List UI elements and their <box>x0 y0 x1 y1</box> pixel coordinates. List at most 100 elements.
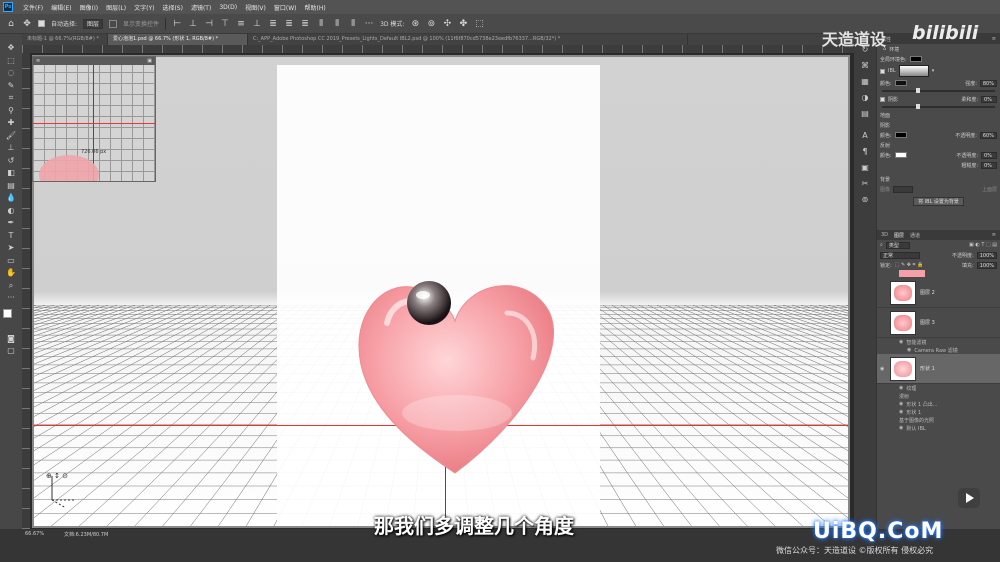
tab-channels[interactable]: 通道 <box>910 232 920 239</box>
ground-opacity-field[interactable]: 60% <box>979 131 997 139</box>
tab-3d[interactable]: 3D <box>881 232 888 238</box>
global-ambient-swatch[interactable] <box>909 56 922 62</box>
path-select-tool-icon[interactable]: ➤ <box>4 242 18 255</box>
panel-menu-icon[interactable]: ≡ <box>992 36 996 42</box>
tab-document-2[interactable]: 爱心泡泡1.psd @ 66.7% (形状 1, RGB/8#) * <box>108 34 248 45</box>
eye-icon[interactable]: ◉ <box>899 425 903 431</box>
layer-item-selected[interactable]: ◉ 形状 1 <box>877 354 1000 384</box>
roughness-field[interactable]: 0% <box>981 161 997 169</box>
ibl-color-swatch[interactable] <box>894 80 907 86</box>
glyphs-panel-icon[interactable]: ▣ <box>859 162 871 174</box>
history-brush-icon[interactable]: ↺ <box>4 155 18 168</box>
healing-tool-icon[interactable]: ✚ <box>4 117 18 130</box>
set-ibl-background-button[interactable]: 将 IBL 设置为背景 <box>913 196 964 206</box>
quick-select-tool-icon[interactable]: ✎ <box>4 80 18 93</box>
adjustments-icon[interactable]: ◑ <box>859 92 871 104</box>
eye-icon[interactable]: ◉ <box>880 366 886 372</box>
paragraph-panel-icon[interactable]: ¶ <box>859 146 871 158</box>
blend-mode-dropdown[interactable]: 正常 <box>880 251 920 259</box>
overlay-close-icon[interactable]: ▣ <box>147 57 152 65</box>
3d-roll-icon[interactable]: ⊚ <box>426 19 436 29</box>
align-right-icon[interactable]: ⊣ <box>204 19 214 29</box>
horizontal-ruler[interactable] <box>22 45 854 53</box>
reflection-opacity-field[interactable]: 0% <box>981 151 997 159</box>
color-swatches[interactable] <box>3 308 19 325</box>
3d-scale-icon[interactable]: ⬚ <box>474 19 484 29</box>
auto-select-dropdown[interactable]: 图层 <box>83 18 104 29</box>
distribute-center-icon[interactable]: ⦀ <box>332 19 342 29</box>
eye-icon[interactable]: ◉ <box>899 385 903 391</box>
3d-panel-icon[interactable]: ⊚ <box>859 194 871 206</box>
character-panel-icon[interactable]: A <box>859 130 871 142</box>
swatches-panel-icon[interactable]: ▦ <box>859 76 871 88</box>
video-play-icon[interactable] <box>958 488 980 508</box>
eye-icon[interactable]: ◉ <box>907 347 911 353</box>
layer-opacity-field[interactable]: 100% <box>976 251 997 259</box>
more-tools-icon[interactable]: ··· <box>4 292 18 305</box>
distribute-middle-icon[interactable]: ≣ <box>284 19 294 29</box>
ibl-preview-thumbnail[interactable] <box>898 65 929 77</box>
menu-edit[interactable]: 编辑(E) <box>51 3 71 12</box>
sub-item-row[interactable]: ◉ 形状 1 <box>877 408 1000 416</box>
type-tool-icon[interactable]: T <box>4 230 18 243</box>
menu-type[interactable]: 文字(Y) <box>134 3 154 12</box>
ibl-checkbox[interactable] <box>880 68 885 74</box>
menu-filter[interactable]: 滤镜(T) <box>191 3 211 12</box>
layer-filter-dropdown[interactable]: 类型 <box>885 241 910 249</box>
sub-item-row[interactable]: 漫射 <box>877 392 1000 400</box>
lock-icons[interactable]: ⬚ ✎ ✥ ⌗ 🔒 <box>895 262 924 268</box>
filter-icons[interactable]: ▣ ◐ T ⬚ ▤ <box>969 242 997 248</box>
eye-icon[interactable]: ◉ <box>899 409 903 415</box>
lasso-tool-icon[interactable]: ◌ <box>4 67 18 80</box>
align-top-icon[interactable]: ⊤ <box>220 19 230 29</box>
background-image-field[interactable] <box>893 185 914 193</box>
dodge-tool-icon[interactable]: ◐ <box>4 205 18 218</box>
stamp-tool-icon[interactable]: ⊥ <box>4 142 18 155</box>
pen-tool-icon[interactable]: ✒ <box>4 217 18 230</box>
softness-slider[interactable] <box>882 104 995 109</box>
distribute-bottom-icon[interactable]: ≣ <box>300 19 310 29</box>
distribute-left-icon[interactable]: ⦀ <box>316 19 326 29</box>
sub-item-row[interactable]: ◉ 形状 1 凸出... <box>877 400 1000 408</box>
eye-icon[interactable]: ◉ <box>899 401 903 407</box>
menu-3d[interactable]: 3D(D) <box>219 4 237 11</box>
zoom-tool-icon[interactable]: ⌕ <box>4 280 18 293</box>
softness-field[interactable]: 0% <box>981 95 997 103</box>
eye-icon[interactable]: ◉ <box>899 339 903 345</box>
pink-heart-3d-object[interactable] <box>347 263 563 478</box>
shadow-checkbox[interactable] <box>880 96 885 102</box>
brush-settings-icon[interactable]: ⌘ <box>859 60 871 72</box>
more-options-icon[interactable]: ··· <box>364 19 374 29</box>
intensity-field[interactable]: 80% <box>979 79 997 87</box>
brush-tool-icon[interactable]: 🖌 <box>4 130 18 143</box>
eraser-tool-icon[interactable]: ◧ <box>4 167 18 180</box>
3d-pan-icon[interactable]: ✣ <box>442 19 452 29</box>
smart-filter-row[interactable]: ◉ 智能滤镜 <box>877 338 1000 346</box>
move-tool-icon[interactable]: ✥ <box>4 42 18 55</box>
blur-tool-icon[interactable]: 💧 <box>4 192 18 205</box>
menu-view[interactable]: 视图(V) <box>245 3 266 12</box>
sub-item-row[interactable]: ◉ 默认 IBL <box>877 424 1000 432</box>
auto-select-checkbox[interactable] <box>38 20 45 27</box>
overlay-menu-icon[interactable]: ≡ <box>36 57 40 65</box>
photoshop-logo-icon[interactable]: Ps <box>3 2 13 12</box>
foreground-color-swatch[interactable] <box>3 308 12 318</box>
menu-image[interactable]: 图像(I) <box>80 3 98 12</box>
transform-controls-checkbox[interactable] <box>109 19 118 28</box>
sub-item-row[interactable]: ◉ 纹理 <box>877 384 1000 392</box>
layer-item[interactable]: 图层 2 <box>877 278 1000 308</box>
eyedropper-tool-icon[interactable]: ⚲ <box>4 105 18 118</box>
libraries-icon[interactable]: ▤ <box>859 108 871 120</box>
ibl-menu-icon[interactable]: ▾ <box>932 68 935 74</box>
shape-tool-icon[interactable]: ▭ <box>4 255 18 268</box>
crop-tool-icon[interactable]: ⌗ <box>4 92 18 105</box>
distribute-top-icon[interactable]: ≣ <box>268 19 278 29</box>
quick-mask-icon[interactable]: ◙ <box>4 333 18 346</box>
menu-help[interactable]: 帮助(H) <box>305 3 326 12</box>
align-bottom-icon[interactable]: ⊥ <box>252 19 262 29</box>
tab-document-3[interactable]: C:_APP_Adobe Photoshop CC 2019_Presets_L… <box>248 34 688 45</box>
3d-slide-icon[interactable]: ✤ <box>458 19 468 29</box>
hand-tool-icon[interactable]: ✋ <box>4 267 18 280</box>
camera-raw-row[interactable]: ◉ Camera Raw 滤镜 <box>877 346 1000 354</box>
reflection-swatch[interactable] <box>894 152 907 158</box>
